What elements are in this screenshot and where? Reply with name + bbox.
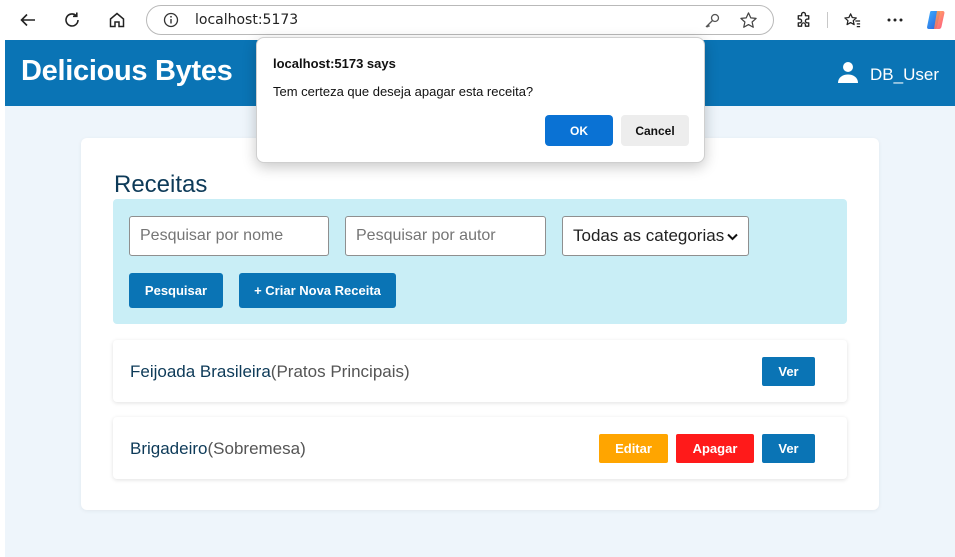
search-name-input[interactable] <box>129 216 329 256</box>
search-author-input[interactable] <box>345 216 546 256</box>
url-text: localhost:5173 <box>195 12 299 28</box>
ok-button[interactable]: OK <box>545 115 613 146</box>
category-select[interactable]: Todas as categorias <box>562 216 749 256</box>
delete-button[interactable]: Apagar <box>676 434 754 463</box>
recipe-title: Brigadeiro(Sobremesa) <box>130 439 306 459</box>
view-button[interactable]: Ver <box>762 357 815 386</box>
chevron-down-icon <box>727 226 738 246</box>
cancel-button[interactable]: Cancel <box>621 115 689 146</box>
brand-title[interactable]: Delicious Bytes <box>21 55 233 88</box>
search-button[interactable]: Pesquisar <box>129 273 223 308</box>
user-name: DB_User <box>870 64 939 84</box>
page-title: Receitas <box>114 171 208 198</box>
recipe-title: Feijoada Brasileira(Pratos Principais) <box>130 362 410 382</box>
user-menu[interactable]: DB_User <box>836 60 939 89</box>
info-icon[interactable] <box>163 12 179 28</box>
recipe-name: Feijoada Brasileira <box>130 362 271 381</box>
key-icon[interactable] <box>703 12 721 35</box>
dialog-title: localhost:5173 says <box>273 56 396 71</box>
toolbar-divider <box>827 12 828 28</box>
extensions-icon[interactable] <box>791 8 815 32</box>
favorite-star-icon[interactable] <box>739 11 758 35</box>
recipes-card: Receitas Todas as categorias Pesquisar +… <box>81 138 879 510</box>
user-icon <box>836 60 860 89</box>
copilot-icon[interactable] <box>924 8 948 32</box>
recipe-name: Brigadeiro <box>130 439 208 458</box>
filter-panel: Todas as categorias Pesquisar + Criar No… <box>113 199 847 324</box>
category-select-value: Todas as categorias <box>573 226 725 245</box>
dialog-message: Tem certeza que deseja apagar esta recei… <box>273 84 534 99</box>
address-bar[interactable]: localhost:5173 <box>146 5 774 35</box>
create-recipe-button[interactable]: + Criar Nova Receita <box>239 273 396 308</box>
recipe-item: Feijoada Brasileira(Pratos Principais) V… <box>113 340 847 402</box>
home-icon[interactable] <box>103 6 131 34</box>
back-icon[interactable] <box>14 6 42 34</box>
view-button[interactable]: Ver <box>762 434 815 463</box>
recipe-item: Brigadeiro(Sobremesa) Editar Apagar Ver <box>113 417 847 479</box>
more-menu-icon[interactable] <box>883 8 907 32</box>
recipe-category: (Pratos Principais) <box>270 362 410 381</box>
browser-toolbar: localhost:5173 <box>0 0 955 40</box>
favorites-icon[interactable] <box>840 8 864 32</box>
recipe-category: (Sobremesa) <box>207 439 306 458</box>
confirm-dialog: localhost:5173 says Tem certeza que dese… <box>256 37 705 163</box>
refresh-icon[interactable] <box>58 6 86 34</box>
edit-button[interactable]: Editar <box>599 434 668 463</box>
